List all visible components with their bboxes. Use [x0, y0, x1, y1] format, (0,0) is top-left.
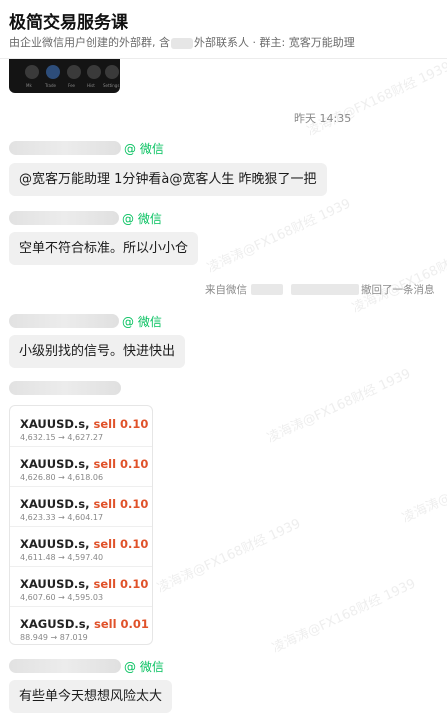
subtitle-prefix: 由企业微信用户创建的外部群, 含 [9, 36, 170, 49]
trade-symbol: XAUUSD.s, [20, 537, 90, 551]
thumb-label: Fee [68, 83, 76, 88]
trade-row: XAUUSD.s, sell 0.10 4,632.15 → 4,627.27 [10, 406, 152, 447]
trade-prices: 4,626.80 → 4,618.06 [20, 473, 104, 482]
trade-header: XAUUSD.s, sell 0.10 [20, 577, 148, 591]
recall-prefix: 来自微信 [205, 284, 247, 296]
message-bubble[interactable]: 小级别找的信号。快进快出 [9, 335, 186, 368]
trade-side: sell 0.10 [93, 577, 149, 591]
thumb-label: Settings [103, 83, 120, 88]
gear-icon [105, 65, 119, 79]
blurred-sender-name [9, 314, 119, 328]
trade-row: XAUUSD.s, sell 0.10 4,607.60 → 4,595.03 [10, 566, 152, 607]
trade-side: sell 0.10 [93, 497, 149, 511]
wechat-source-tag: @ 微信 [122, 211, 162, 226]
watermark: 凌海涛@FX168财经 1939 [205, 196, 354, 277]
trade-side: sell 0.01 [93, 617, 149, 631]
message-bubble[interactable]: 有些单今天想想风险太大 [9, 680, 173, 713]
group-subtitle: 由企业微信用户创建的外部群, 含 外部联系人 · 群主: 宽客万能助理 [9, 34, 355, 50]
trade-prices: 4,611.48 → 4,597.40 [20, 553, 104, 562]
trade-history-card[interactable]: XAUUSD.s, sell 0.10 4,632.15 → 4,627.27 … [9, 405, 153, 645]
watermark: 凌海涛@FX168财经 1939 [155, 516, 304, 597]
blurred-sender-name [9, 381, 121, 395]
sender-row: @ 微信 [9, 209, 162, 227]
trade-row: XAGUSD.s, sell 0.01 88.949 → 87.019 [10, 606, 152, 646]
trade-row: XAUUSD.s, sell 0.10 4,623.33 → 4,604.17 [10, 486, 152, 527]
message-bubble[interactable]: @宽客万能助理 1分钟看à@宽客人生 昨晚狠了一把 [9, 163, 327, 196]
trade-header: XAGUSD.s, sell 0.01 [20, 617, 149, 631]
watermark: 凌海涛@FX168财经 1939 [350, 236, 447, 317]
blurred-sender-name [9, 211, 119, 225]
trade-prices: 4,623.33 → 4,604.17 [20, 513, 104, 522]
trade-row: XAUUSD.s, sell 0.10 4,626.80 → 4,618.06 [10, 446, 152, 487]
trade-side: sell 0.10 [93, 417, 149, 431]
chat-header: 极简交易服务课 由企业微信用户创建的外部群, 含 外部联系人 · 群主: 宽客万能… [0, 0, 447, 59]
trade-header: XAUUSD.s, sell 0.10 [20, 417, 148, 431]
group-title: 极简交易服务课 [9, 13, 128, 33]
app-icon [25, 65, 39, 79]
blurred-user [291, 284, 359, 295]
trade-icon [67, 65, 81, 79]
sender-row: @ 微信 [9, 139, 164, 157]
trade-prices: 4,632.15 → 4,627.27 [20, 433, 104, 442]
trade-symbol: XAUUSD.s, [20, 417, 90, 431]
blurred-sender-name [9, 141, 121, 155]
subtitle-suffix: 外部联系人 · 群主: 宽客万能助理 [194, 36, 355, 49]
sender-row: @ 微信 [9, 657, 164, 675]
blurred-user [251, 284, 283, 295]
trade-header: XAUUSD.s, sell 0.10 [20, 497, 148, 511]
trade-prices: 4,607.60 → 4,595.03 [20, 593, 104, 602]
blurred-sender-name [9, 659, 121, 673]
recall-suffix: 撤回了一条消息 [361, 284, 435, 296]
thumb-label: Hist [87, 83, 95, 88]
sender-row: @ 微信 [9, 312, 162, 330]
timestamp: 昨天 14:35 [294, 112, 352, 125]
trade-header: XAUUSD.s, sell 0.10 [20, 457, 148, 471]
message-bubble[interactable]: 空单不符合标准。所以小小仓 [9, 232, 199, 265]
recall-notice: 来自微信 撤回了一条消息 [205, 282, 435, 297]
trade-side: sell 0.10 [93, 537, 149, 551]
trade-symbol: XAUUSD.s, [20, 457, 90, 471]
blurred-count [171, 37, 193, 49]
wechat-source-tag: @ 微信 [122, 314, 162, 329]
wechat-source-tag: @ 微信 [124, 659, 164, 674]
watermark: 凌海涛@FX168财经 1939 [265, 366, 414, 447]
trade-side: sell 0.10 [93, 457, 149, 471]
trade-header: XAUUSD.s, sell 0.10 [20, 537, 148, 551]
wechat-source-tag: @ 微信 [124, 141, 164, 156]
watermark: 凌海涛@FX168财经 1939 [400, 446, 447, 527]
trade-symbol: XAUUSD.s, [20, 497, 90, 511]
trade-symbol: XAUUSD.s, [20, 577, 90, 591]
thumb-label: Trade [45, 83, 56, 88]
thumb-label: Mk [26, 83, 32, 88]
trade-prices: 88.949 → 87.019 [20, 633, 88, 642]
watermark: 凌海涛@FX168财经 1939 [305, 59, 447, 140]
sender-row [9, 379, 121, 397]
image-message-thumbnail[interactable]: Mk Trade Fee Hist Settings [9, 59, 120, 93]
trade-symbol: XAGUSD.s, [20, 617, 90, 631]
history-icon [87, 65, 101, 79]
trade-row: XAUUSD.s, sell 0.10 4,611.48 → 4,597.40 [10, 526, 152, 567]
chart-icon [46, 65, 60, 79]
watermark: 凌海涛@FX168财经 1939 [270, 576, 419, 657]
